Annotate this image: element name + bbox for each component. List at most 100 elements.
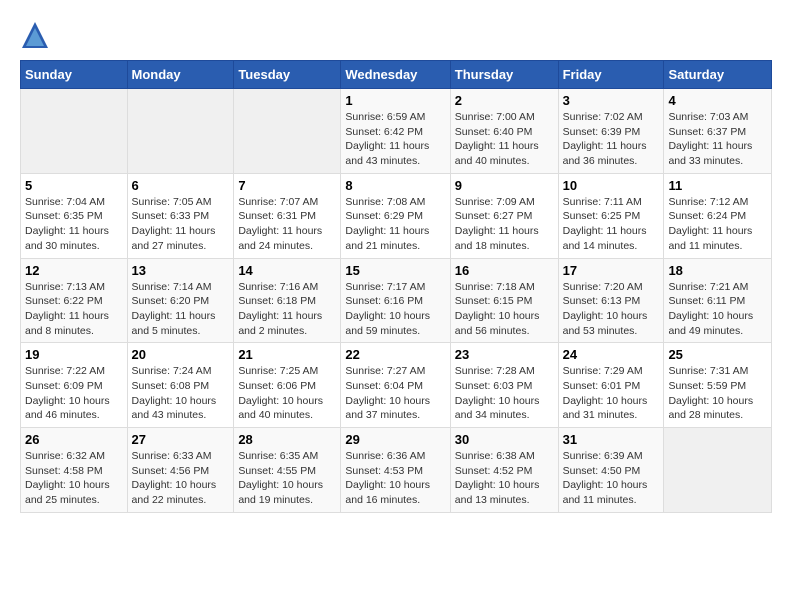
header-thursday: Thursday bbox=[450, 61, 558, 89]
day-info: Sunrise: 7:20 AM Sunset: 6:13 PM Dayligh… bbox=[563, 280, 660, 339]
calendar-cell: 10Sunrise: 7:11 AM Sunset: 6:25 PM Dayli… bbox=[558, 173, 664, 258]
calendar-cell: 11 Sunrise: 7:12 AM Sunset: 6:24 PM Dayli… bbox=[664, 173, 772, 258]
day-info: Sunrise: 7:08 AM Sunset: 6:29 PM Dayligh… bbox=[345, 195, 445, 254]
calendar-week-1: 1 Sunrise: 6:59 AM Sunset: 6:42 PM Daylig… bbox=[21, 89, 772, 174]
day-number: 15 bbox=[345, 263, 445, 278]
day-info: Sunrise: 7:17 AM Sunset: 6:16 PM Dayligh… bbox=[345, 280, 445, 339]
page-header bbox=[20, 20, 772, 50]
calendar-cell: 3 Sunrise: 7:02 AM Sunset: 6:39 PM Daylig… bbox=[558, 89, 664, 174]
calendar-cell: 17 Sunrise: 7:20 AM Sunset: 6:13 PM Dayli… bbox=[558, 258, 664, 343]
day-number: 11 bbox=[668, 178, 767, 193]
day-info: Sunrise: 7:16 AM Sunset: 6:18 PM Dayligh… bbox=[238, 280, 336, 339]
day-info: Sunrise: 7:22 AM Sunset: 6:09 PM Dayligh… bbox=[25, 364, 123, 423]
calendar-cell: 29 Sunrise: 6:36 AM Sunset: 4:53 PM Dayli… bbox=[341, 428, 450, 513]
day-number: 4 bbox=[668, 93, 767, 108]
day-number: 12 bbox=[25, 263, 123, 278]
day-number: 1 bbox=[345, 93, 445, 108]
day-info: Sunrise: 7:09 AM Sunset: 6:27 PM Dayligh… bbox=[455, 195, 554, 254]
day-info: Sunrise: 6:36 AM Sunset: 4:53 PM Dayligh… bbox=[345, 449, 445, 508]
calendar-cell: 18 Sunrise: 7:21 AM Sunset: 6:11 PM Dayli… bbox=[664, 258, 772, 343]
day-number: 31 bbox=[563, 432, 660, 447]
logo bbox=[20, 20, 54, 50]
day-info: Sunrise: 7:03 AM Sunset: 6:37 PM Dayligh… bbox=[668, 110, 767, 169]
day-info: Sunrise: 7:13 AM Sunset: 6:22 PM Dayligh… bbox=[25, 280, 123, 339]
day-number: 3 bbox=[563, 93, 660, 108]
day-number: 2 bbox=[455, 93, 554, 108]
day-info: Sunrise: 7:00 AM Sunset: 6:40 PM Dayligh… bbox=[455, 110, 554, 169]
calendar-cell: 2 Sunrise: 7:00 AM Sunset: 6:40 PM Daylig… bbox=[450, 89, 558, 174]
day-info: Sunrise: 7:11 AM Sunset: 6:25 PM Dayligh… bbox=[563, 195, 660, 254]
day-number: 22 bbox=[345, 347, 445, 362]
day-info: Sunrise: 7:21 AM Sunset: 6:11 PM Dayligh… bbox=[668, 280, 767, 339]
calendar-cell bbox=[664, 428, 772, 513]
calendar-cell bbox=[234, 89, 341, 174]
day-number: 8 bbox=[345, 178, 445, 193]
calendar-header-row: SundayMondayTuesdayWednesdayThursdayFrid… bbox=[21, 61, 772, 89]
calendar-cell: 27Sunrise: 6:33 AM Sunset: 4:56 PM Dayli… bbox=[127, 428, 234, 513]
header-friday: Friday bbox=[558, 61, 664, 89]
day-number: 28 bbox=[238, 432, 336, 447]
day-info: Sunrise: 7:31 AM Sunset: 5:59 PM Dayligh… bbox=[668, 364, 767, 423]
day-info: Sunrise: 6:32 AM Sunset: 4:58 PM Dayligh… bbox=[25, 449, 123, 508]
day-number: 5 bbox=[25, 178, 123, 193]
calendar-cell: 14 Sunrise: 7:16 AM Sunset: 6:18 PM Dayli… bbox=[234, 258, 341, 343]
calendar-week-5: 26Sunrise: 6:32 AM Sunset: 4:58 PM Dayli… bbox=[21, 428, 772, 513]
day-number: 30 bbox=[455, 432, 554, 447]
day-info: Sunrise: 7:04 AM Sunset: 6:35 PM Dayligh… bbox=[25, 195, 123, 254]
day-number: 25 bbox=[668, 347, 767, 362]
logo-icon bbox=[20, 20, 50, 50]
calendar-week-2: 5 Sunrise: 7:04 AM Sunset: 6:35 PM Daylig… bbox=[21, 173, 772, 258]
header-sunday: Sunday bbox=[21, 61, 128, 89]
calendar-cell: 23Sunrise: 7:28 AM Sunset: 6:03 PM Dayli… bbox=[450, 343, 558, 428]
calendar-table: SundayMondayTuesdayWednesdayThursdayFrid… bbox=[20, 60, 772, 513]
day-number: 13 bbox=[132, 263, 230, 278]
day-info: Sunrise: 6:35 AM Sunset: 4:55 PM Dayligh… bbox=[238, 449, 336, 508]
calendar-cell: 9 Sunrise: 7:09 AM Sunset: 6:27 PM Daylig… bbox=[450, 173, 558, 258]
day-number: 14 bbox=[238, 263, 336, 278]
calendar-cell: 31 Sunrise: 6:39 AM Sunset: 4:50 PM Dayli… bbox=[558, 428, 664, 513]
day-number: 20 bbox=[132, 347, 230, 362]
day-info: Sunrise: 6:39 AM Sunset: 4:50 PM Dayligh… bbox=[563, 449, 660, 508]
day-info: Sunrise: 7:02 AM Sunset: 6:39 PM Dayligh… bbox=[563, 110, 660, 169]
calendar-cell: 30 Sunrise: 6:38 AM Sunset: 4:52 PM Dayli… bbox=[450, 428, 558, 513]
day-info: Sunrise: 7:25 AM Sunset: 6:06 PM Dayligh… bbox=[238, 364, 336, 423]
calendar-cell: 20 Sunrise: 7:24 AM Sunset: 6:08 PM Dayli… bbox=[127, 343, 234, 428]
day-number: 17 bbox=[563, 263, 660, 278]
calendar-cell: 16Sunrise: 7:18 AM Sunset: 6:15 PM Dayli… bbox=[450, 258, 558, 343]
day-number: 29 bbox=[345, 432, 445, 447]
calendar-cell: 5 Sunrise: 7:04 AM Sunset: 6:35 PM Daylig… bbox=[21, 173, 128, 258]
header-monday: Monday bbox=[127, 61, 234, 89]
day-info: Sunrise: 7:27 AM Sunset: 6:04 PM Dayligh… bbox=[345, 364, 445, 423]
header-wednesday: Wednesday bbox=[341, 61, 450, 89]
day-number: 19 bbox=[25, 347, 123, 362]
day-info: Sunrise: 7:05 AM Sunset: 6:33 PM Dayligh… bbox=[132, 195, 230, 254]
day-number: 23 bbox=[455, 347, 554, 362]
calendar-cell: 13 Sunrise: 7:14 AM Sunset: 6:20 PM Dayli… bbox=[127, 258, 234, 343]
day-number: 24 bbox=[563, 347, 660, 362]
day-info: Sunrise: 7:12 AM Sunset: 6:24 PM Dayligh… bbox=[668, 195, 767, 254]
header-tuesday: Tuesday bbox=[234, 61, 341, 89]
day-number: 21 bbox=[238, 347, 336, 362]
day-number: 6 bbox=[132, 178, 230, 193]
calendar-cell: 24 Sunrise: 7:29 AM Sunset: 6:01 PM Dayli… bbox=[558, 343, 664, 428]
day-number: 27 bbox=[132, 432, 230, 447]
day-info: Sunrise: 7:07 AM Sunset: 6:31 PM Dayligh… bbox=[238, 195, 336, 254]
calendar-cell: 1 Sunrise: 6:59 AM Sunset: 6:42 PM Daylig… bbox=[341, 89, 450, 174]
calendar-week-4: 19 Sunrise: 7:22 AM Sunset: 6:09 PM Dayli… bbox=[21, 343, 772, 428]
day-info: Sunrise: 7:29 AM Sunset: 6:01 PM Dayligh… bbox=[563, 364, 660, 423]
day-number: 7 bbox=[238, 178, 336, 193]
calendar-cell: 22 Sunrise: 7:27 AM Sunset: 6:04 PM Dayli… bbox=[341, 343, 450, 428]
calendar-cell: 6 Sunrise: 7:05 AM Sunset: 6:33 PM Daylig… bbox=[127, 173, 234, 258]
day-number: 9 bbox=[455, 178, 554, 193]
day-info: Sunrise: 6:38 AM Sunset: 4:52 PM Dayligh… bbox=[455, 449, 554, 508]
calendar-cell: 28 Sunrise: 6:35 AM Sunset: 4:55 PM Dayli… bbox=[234, 428, 341, 513]
calendar-cell: 25 Sunrise: 7:31 AM Sunset: 5:59 PM Dayli… bbox=[664, 343, 772, 428]
day-number: 16 bbox=[455, 263, 554, 278]
day-number: 18 bbox=[668, 263, 767, 278]
calendar-cell: 19 Sunrise: 7:22 AM Sunset: 6:09 PM Dayli… bbox=[21, 343, 128, 428]
calendar-cell bbox=[21, 89, 128, 174]
calendar-cell: 8 Sunrise: 7:08 AM Sunset: 6:29 PM Daylig… bbox=[341, 173, 450, 258]
day-info: Sunrise: 7:24 AM Sunset: 6:08 PM Dayligh… bbox=[132, 364, 230, 423]
day-info: Sunrise: 6:59 AM Sunset: 6:42 PM Dayligh… bbox=[345, 110, 445, 169]
day-info: Sunrise: 7:14 AM Sunset: 6:20 PM Dayligh… bbox=[132, 280, 230, 339]
